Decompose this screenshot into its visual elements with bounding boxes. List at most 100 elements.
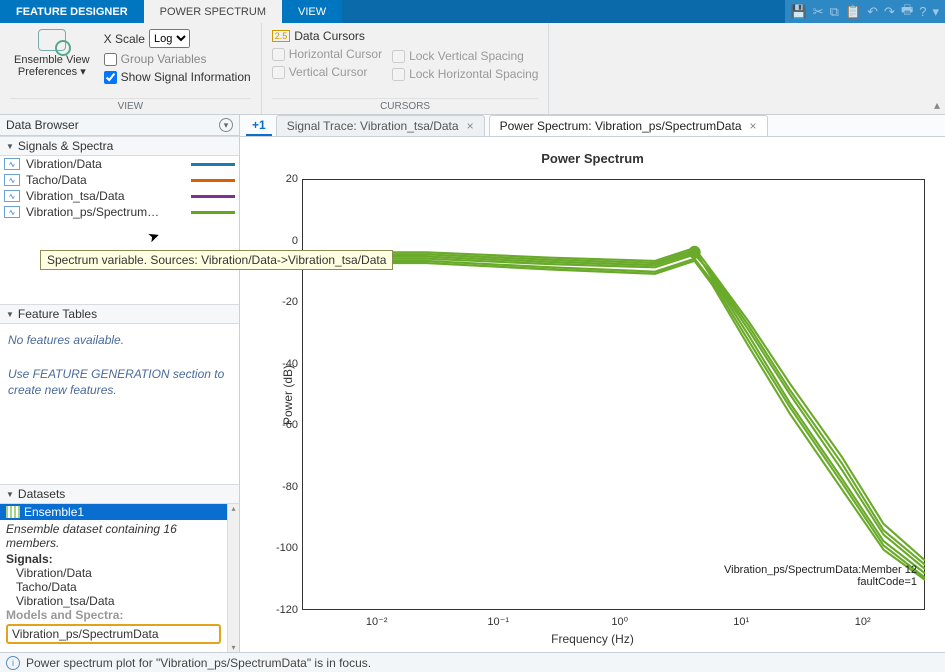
copy-icon[interactable]: ⧉ <box>830 4 839 20</box>
ensemble-pref-label2: Preferences ▾ <box>18 66 86 78</box>
signal-icon: ∿ <box>4 190 20 202</box>
signal-name: Vibration/Data <box>26 157 185 171</box>
vertical-cursor-checkbox[interactable]: Vertical Cursor <box>272 65 382 79</box>
quick-access-toolbar: 💾 ✂ ⧉ 📋 ↶ ↷ 🖶 ? ▾ <box>785 0 945 23</box>
dataset-spectrum-highlight: Vibration_ps/SpectrumData <box>6 624 221 644</box>
document-tabstrip: +1 Signal Trace: Vibration_tsa/Data × Pow… <box>240 115 945 137</box>
plot-xlabel: Frequency (Hz) <box>551 632 634 646</box>
ensemble-icon <box>38 29 66 51</box>
lock-vertical-checkbox[interactable]: Lock Vertical Spacing <box>392 49 538 63</box>
features-empty-2: Use FEATURE GENERATION section to create… <box>8 366 231 400</box>
signal-icon: ∿ <box>4 174 20 186</box>
menu-icon[interactable]: ▾ <box>932 4 939 20</box>
dataset-icon <box>6 506 20 518</box>
data-cursors-label: Data Cursors <box>294 29 365 43</box>
content: Data Browser ▾ Signals & Spectra ∿Vibrat… <box>0 115 945 652</box>
datasets-body: Ensemble1 Ensemble dataset containing 16… <box>0 504 227 652</box>
signals-spectra-label: Signals & Spectra <box>18 139 113 153</box>
data-browser-header: Data Browser ▾ <box>0 115 239 136</box>
ribbon-collapse-icon[interactable]: ▴ <box>929 23 945 114</box>
signal-color-swatch <box>191 195 235 198</box>
lock-h-label: Lock Horizontal Spacing <box>409 67 538 81</box>
signal-row-2[interactable]: ∿ Vibration_tsa/Data <box>0 188 239 204</box>
xscale-label: X Scale <box>104 32 145 46</box>
signal-row-1[interactable]: ∿ Tacho/Data <box>0 172 239 188</box>
info-icon: i <box>6 656 20 670</box>
signal-color-swatch <box>191 211 235 214</box>
xscale-row: X Scale Log <box>104 29 251 48</box>
save-icon[interactable]: 💾 <box>791 4 807 20</box>
tab-feature-designer[interactable]: FEATURE DESIGNER <box>0 0 144 23</box>
xscale-select[interactable]: Log <box>149 29 190 48</box>
status-text: Power spectrum plot for "Vibration_ps/Sp… <box>26 656 371 670</box>
show-signal-info-checkbox[interactable]: Show Signal Information <box>104 70 251 84</box>
main-area: +1 Signal Trace: Vibration_tsa/Data × Pow… <box>240 115 945 652</box>
tab-power-spectrum[interactable]: POWER SPECTRUM <box>144 0 282 23</box>
dataset-signal-0: Vibration/Data <box>0 566 227 580</box>
group-vars-label: Group Variables <box>121 52 207 66</box>
print-icon[interactable]: 🖶 <box>901 1 913 23</box>
signal-name: Vibration_ps/Spectrum… <box>26 205 185 219</box>
datasets-scrollbar[interactable]: ▴▾ <box>227 504 239 652</box>
ribbon: Ensemble ViewPreferences ▾ X Scale Log G… <box>0 23 945 115</box>
signal-color-swatch <box>191 163 235 166</box>
datasets-label: Datasets <box>18 487 65 501</box>
doctab-power-spectrum[interactable]: Power Spectrum: Vibration_ps/SpectrumDat… <box>489 115 768 136</box>
tab-view[interactable]: VIEW <box>282 0 342 23</box>
ribbon-group-view: Ensemble ViewPreferences ▾ X Scale Log G… <box>0 23 262 114</box>
signal-name: Tacho/Data <box>26 173 185 187</box>
horizontal-cursor-checkbox[interactable]: Horizontal Cursor <box>272 47 382 61</box>
plot-area[interactable]: Power Spectrum Power (dB) Frequency (Hz)… <box>240 137 945 652</box>
help-icon[interactable]: ? <box>919 4 926 19</box>
data-browser-options-icon[interactable]: ▾ <box>219 118 233 132</box>
plot-title: Power Spectrum <box>240 137 945 172</box>
group-variables-checkbox[interactable]: Group Variables <box>104 52 251 66</box>
doctab-signal-trace[interactable]: Signal Trace: Vibration_tsa/Data × <box>276 115 485 136</box>
signal-row-3[interactable]: ∿Vibration_ps/Spectrum… <box>0 204 239 220</box>
close-icon[interactable]: × <box>467 119 474 133</box>
lock-horizontal-checkbox[interactable]: Lock Horizontal Spacing <box>392 67 538 81</box>
dataset-name: Ensemble1 <box>24 505 84 519</box>
xtick: 10⁰ <box>611 615 628 628</box>
undo-icon[interactable]: ↶ <box>867 4 878 20</box>
feature-tables-label: Feature Tables <box>18 307 97 321</box>
signals-spectra-header[interactable]: Signals & Spectra <box>0 136 239 156</box>
feature-tables-header[interactable]: Feature Tables <box>0 304 239 324</box>
status-bar: i Power spectrum plot for "Vibration_ps/… <box>0 652 945 672</box>
cut-icon[interactable]: ✂ <box>813 4 824 20</box>
ribbon-group-cursors-title: CURSORS <box>272 98 539 112</box>
ensemble-pref-label1: Ensemble View <box>14 54 90 66</box>
ytick: -100 <box>268 542 298 554</box>
dataset-models-hdr: Models and Spectra: <box>0 608 227 622</box>
ensemble-view-preferences-button[interactable]: Ensemble ViewPreferences ▾ <box>10 27 94 96</box>
doctab-power-spectrum-label: Power Spectrum: Vibration_ps/SpectrumDat… <box>500 119 742 133</box>
ytick: -80 <box>268 481 298 493</box>
ribbon-group-cursors: 2.5 Data Cursors Horizontal Cursor Verti… <box>262 23 550 114</box>
ytick: -40 <box>268 358 298 370</box>
xtick: 10⁻¹ <box>487 615 509 628</box>
close-icon[interactable]: × <box>750 119 757 133</box>
datasets-header[interactable]: Datasets <box>0 484 239 504</box>
app-tabstrip: FEATURE DESIGNER POWER SPECTRUM VIEW 💾 ✂… <box>0 0 945 23</box>
feature-tables-body: No features available. Use FEATURE GENER… <box>0 324 239 484</box>
doctab-signal-trace-label: Signal Trace: Vibration_tsa/Data <box>287 119 459 133</box>
dataset-signals-hdr: Signals: <box>0 552 227 566</box>
paste-icon[interactable]: 📋 <box>845 4 861 20</box>
data-browser-panel: Data Browser ▾ Signals & Spectra ∿Vibrat… <box>0 115 240 652</box>
data-cursors-button[interactable]: 2.5 Data Cursors <box>272 29 382 43</box>
signal-row-0[interactable]: ∿ Vibration/Data <box>0 156 239 172</box>
ytick: -120 <box>268 604 298 616</box>
signal-icon: ∿ <box>4 158 20 170</box>
ytick: 20 <box>268 173 298 185</box>
plot-lines <box>302 179 925 610</box>
dataset-row-selected[interactable]: Ensemble1 <box>0 504 227 520</box>
add-plot-button[interactable]: +1 <box>246 116 272 136</box>
dataset-signal-1: Tacho/Data <box>0 580 227 594</box>
v-cursor-label: Vertical Cursor <box>289 65 368 79</box>
signal-name: Vibration_tsa/Data <box>26 189 185 203</box>
ribbon-group-view-title: VIEW <box>10 98 251 112</box>
plot-annot-2: faultCode=1 <box>724 576 917 588</box>
xtick: 10⁻² <box>366 615 388 628</box>
tooltip: Spectrum variable. Sources: Vibration/Da… <box>40 250 393 270</box>
redo-icon[interactable]: ↷ <box>884 4 895 20</box>
